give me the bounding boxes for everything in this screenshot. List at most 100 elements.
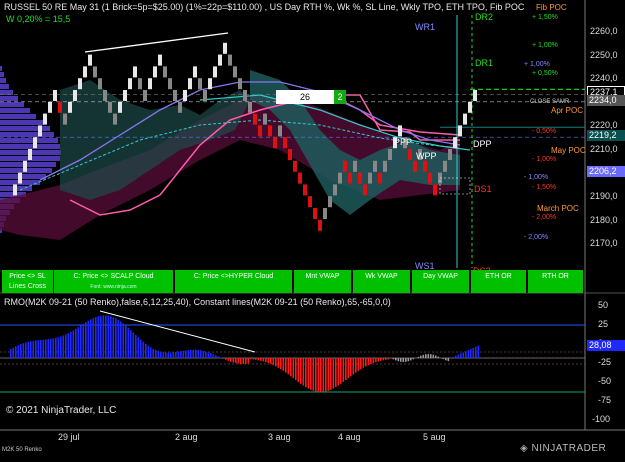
volume-profile-bar (0, 162, 56, 167)
indicator-histogram-bar (465, 351, 467, 358)
indicator-histogram-bar (68, 333, 70, 358)
indicator-axis-label: 25 (598, 319, 608, 329)
indicator-histogram-bar (435, 356, 437, 358)
time-axis-label: 4 aug (338, 432, 361, 442)
signal-button-8[interactable]: RTH OR (528, 270, 584, 293)
percent-level-label: - 2,00% (524, 234, 548, 241)
signal-button-4[interactable]: Mnt VWAP (294, 270, 352, 293)
indicator-histogram-bar (120, 322, 122, 358)
renko-brick (168, 78, 172, 89)
chart-canvas[interactable] (0, 0, 625, 457)
indicator-histogram-bar (388, 358, 390, 359)
signal-button-5[interactable]: Wk VWAP (353, 270, 411, 293)
indicator-histogram-bar (110, 316, 112, 358)
signal-button-label: ETH OR (471, 272, 526, 282)
indicator-histogram-bar (263, 358, 265, 361)
renko-brick (23, 161, 27, 172)
indicator-histogram-bar (478, 346, 480, 358)
indicator-histogram-bar (235, 358, 237, 363)
renko-brick (273, 137, 277, 148)
renko-brick (248, 102, 252, 113)
indicator-histogram-bar (475, 347, 477, 358)
renko-brick (233, 66, 237, 77)
indicator-histogram-bar (473, 348, 475, 358)
indicator-histogram-bar (198, 350, 200, 358)
indicator-histogram-bar (245, 358, 247, 364)
renko-brick (148, 78, 152, 89)
indicator-histogram-bar (18, 345, 20, 358)
volume-profile-bar (0, 78, 6, 83)
signal-button-3[interactable]: C: Price <>HYPER Cloud (175, 270, 293, 293)
renko-brick (278, 125, 282, 136)
renko-brick (48, 102, 52, 113)
signal-button-2[interactable]: C: Price <> SCALP CloudFont: www.ninja.c… (54, 270, 174, 293)
renko-brick (323, 208, 327, 219)
indicator-histogram-bar (123, 323, 125, 358)
renko-brick (133, 66, 137, 77)
indicator-histogram-bar (393, 358, 395, 359)
percent-level-label: - 2,00% (532, 214, 556, 221)
indicator-histogram-bar (48, 339, 50, 358)
renko-brick (413, 161, 417, 172)
indicator-axis-label: -50 (598, 376, 611, 386)
renko-brick (228, 55, 232, 66)
indicator-histogram-bar (153, 349, 155, 358)
renko-brick (173, 90, 177, 101)
renko-brick (73, 90, 77, 101)
renko-brick (143, 90, 147, 101)
indicator-axis-label: -100 (592, 414, 610, 424)
signal-button-label: RTH OR (528, 272, 583, 282)
indicator-histogram-bar (420, 356, 422, 358)
indicator-histogram-bar (233, 358, 235, 362)
indicator-histogram-bar (330, 358, 332, 390)
indicator-histogram-bar (308, 358, 310, 389)
indicator-histogram-bar (250, 358, 252, 359)
renko-brick (298, 173, 302, 184)
indicator-histogram-bar (318, 358, 320, 392)
indicator-histogram-bar (340, 358, 342, 384)
renko-brick (433, 184, 437, 195)
indicator-histogram-bar (365, 358, 367, 366)
indicator-histogram-bar (20, 344, 22, 358)
ninjatrader-logo: ◈ NINJATRADER (520, 443, 606, 454)
indicator-histogram-bar (405, 358, 407, 362)
indicator-histogram-bar (425, 354, 427, 358)
renko-brick (268, 125, 272, 136)
indicator-histogram-bar (470, 349, 472, 358)
renko-brick (153, 66, 157, 77)
indicator-histogram-bar (130, 330, 132, 358)
signal-button-7[interactable]: ETH OR (471, 270, 527, 293)
indicator-histogram-bar (218, 356, 220, 358)
indicator-histogram-bar (90, 319, 92, 358)
indicator-histogram-bar (228, 358, 230, 361)
indicator-histogram-bar (288, 358, 290, 374)
signal-button-label: Day VWAP (412, 272, 469, 282)
signal-button-1[interactable]: Price <> SL Lines Cross (2, 270, 54, 293)
indicator-histogram-bar (383, 358, 385, 360)
indicator-histogram-bar (448, 358, 450, 361)
indicator-histogram-bar (215, 355, 217, 358)
signal-button-label: C: Price <> SCALP Cloud (54, 272, 173, 282)
indicator-histogram-bar (285, 358, 287, 373)
renko-brick (263, 114, 267, 125)
signal-button-6[interactable]: Day VWAP (412, 270, 470, 293)
renko-brick (188, 78, 192, 89)
indicator-histogram-bar (443, 358, 445, 359)
indicator-histogram-bar (410, 358, 412, 360)
indicator-histogram-bar (255, 358, 257, 360)
renko-brick (208, 78, 212, 89)
indicator-histogram-bar (163, 352, 165, 358)
indicator-histogram-bar (40, 340, 42, 358)
volume-profile-bar (0, 120, 44, 125)
indicator-histogram-bar (50, 339, 52, 358)
indicator-histogram-bar (313, 358, 315, 391)
renko-brick (98, 78, 102, 89)
volume-profile-bar (0, 102, 24, 107)
indicator-histogram-bar (230, 358, 232, 362)
price-axis-label: 2210,0 (590, 144, 618, 154)
indicator-histogram-bar (58, 337, 60, 358)
indicator-histogram-bar (178, 352, 180, 358)
renko-brick (293, 161, 297, 172)
indicator-histogram-bar (115, 318, 117, 358)
indicator-histogram-bar (180, 351, 182, 358)
